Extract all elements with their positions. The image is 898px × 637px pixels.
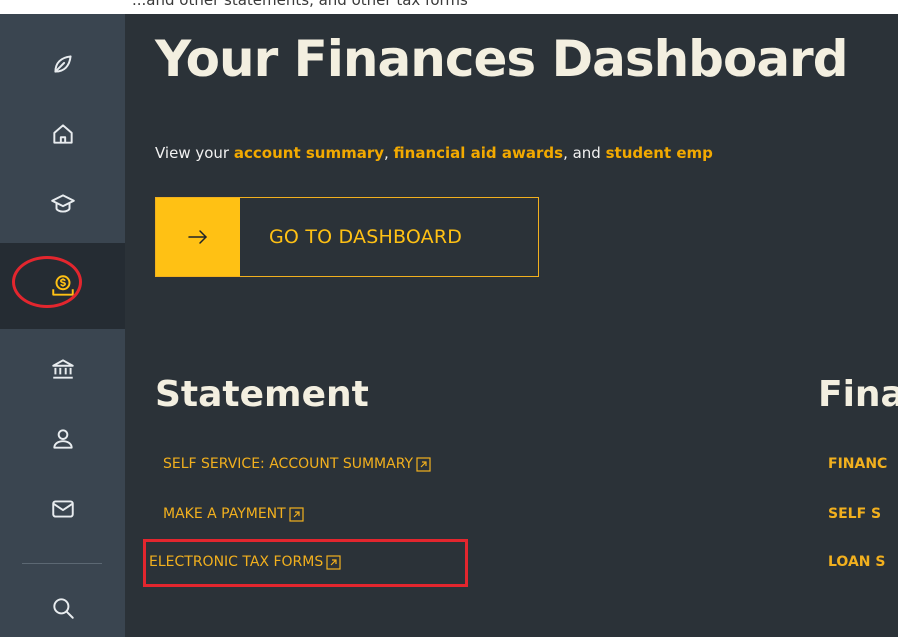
- sidebar-item-academics[interactable]: [0, 174, 125, 234]
- self-service-financial-aid-link[interactable]: SELF S: [828, 506, 881, 522]
- sidebar-item-search[interactable]: [0, 579, 125, 637]
- financial-aid-link-label: FINANC: [828, 456, 888, 472]
- sidebar-item-home[interactable]: [0, 104, 125, 164]
- page-title: Your Finances Dashboard: [155, 30, 849, 88]
- go-to-dashboard-button[interactable]: GO TO DASHBOARD: [155, 197, 539, 277]
- leaf-icon: [53, 55, 72, 73]
- financial-aid-heading: Fina: [818, 374, 898, 415]
- annotation-circle: [12, 256, 82, 308]
- account-summary-link[interactable]: account summary: [234, 144, 384, 162]
- bank-icon: [51, 359, 74, 379]
- financial-aid-awards-link[interactable]: financial aid awards: [394, 144, 564, 162]
- statement-heading: Statement: [155, 374, 369, 415]
- top-strip: ...and other statements, and other tax f…: [0, 0, 898, 14]
- search-icon: [52, 598, 74, 619]
- loan-services-label: LOAN S: [828, 554, 886, 570]
- sidebar-item-banking[interactable]: [0, 339, 125, 399]
- intro-sep-1: ,: [384, 144, 394, 162]
- person-icon: [52, 429, 73, 449]
- make-a-payment-link[interactable]: MAKE A PAYMENT: [163, 506, 304, 522]
- self-service-account-summary-link[interactable]: SELF SERVICE: ACCOUNT SUMMARY: [163, 456, 431, 472]
- top-strip-text: ...and other statements, and other tax f…: [132, 0, 468, 9]
- external-link-icon: [289, 506, 304, 522]
- student-employment-link[interactable]: student emp: [606, 144, 713, 162]
- go-to-dashboard-label: GO TO DASHBOARD: [269, 226, 463, 248]
- intro-prefix: View your: [155, 144, 234, 162]
- external-link-icon: [416, 456, 431, 472]
- sidebar-item-messages[interactable]: [0, 479, 125, 539]
- financial-aid-link[interactable]: FINANC: [828, 456, 887, 472]
- sidebar-item-profile[interactable]: [0, 409, 125, 469]
- sidebar-item-sustainability[interactable]: [0, 34, 125, 94]
- self-service-financial-aid-label: SELF S: [828, 506, 882, 522]
- make-a-payment-label: MAKE A PAYMENT: [163, 506, 286, 522]
- mail-icon: [51, 500, 74, 518]
- sidebar-divider: [22, 563, 102, 564]
- arrow-right-icon: [156, 198, 240, 276]
- sidebar: [0, 14, 125, 637]
- graduation-cap-icon: [50, 194, 75, 213]
- loan-services-link[interactable]: LOAN S: [828, 554, 885, 570]
- home-icon: [52, 124, 73, 144]
- intro-sep-2: , and: [563, 144, 606, 162]
- intro-text: View your account summary, financial aid…: [155, 144, 713, 162]
- annotation-box: [143, 539, 468, 587]
- self-service-account-summary-label: SELF SERVICE: ACCOUNT SUMMARY: [163, 456, 414, 472]
